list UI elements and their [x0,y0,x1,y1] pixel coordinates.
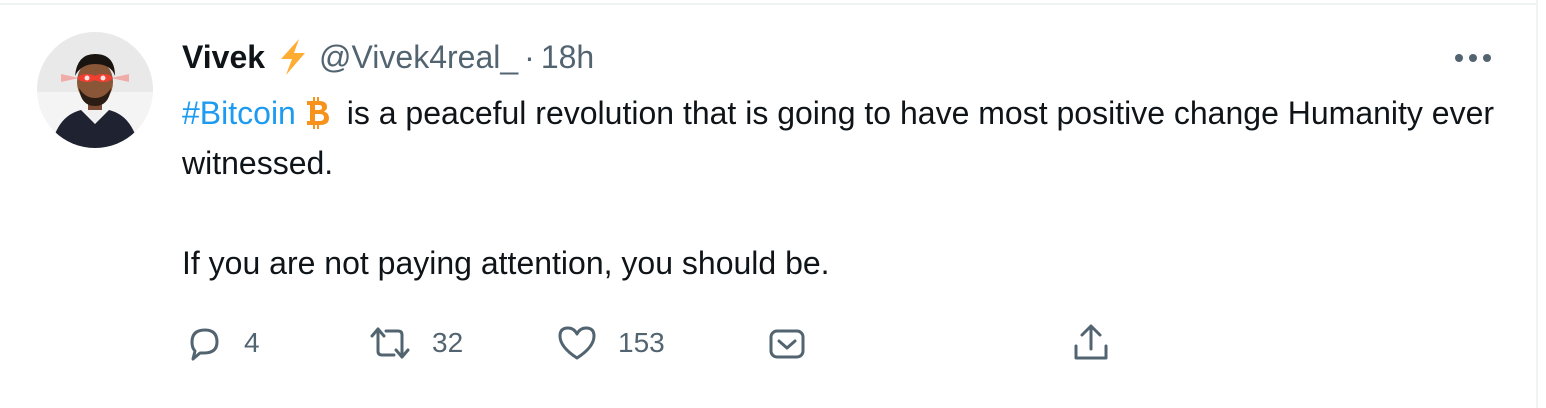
tip-jar-icon [769,329,805,359]
tweet-card[interactable]: Vivek @Vivek4real_ · 18h #Bitcoin is a p… [0,0,1546,408]
author-handle[interactable]: @Vivek4real_ [319,39,518,76]
like-count: 153 [618,327,665,358]
retweet-button[interactable]: 32 [368,318,463,368]
tip-button[interactable] [766,318,808,368]
like-button[interactable]: 153 [556,318,665,368]
more-icon [1455,54,1491,62]
avatar[interactable] [37,32,153,148]
more-options-button[interactable] [1450,42,1496,74]
tweet-text-line2: If you are not paying attention, you sho… [182,245,830,281]
reply-icon [190,328,219,361]
retweet-count: 32 [432,327,464,358]
retweet-icon [370,327,410,359]
reply-count: 4 [244,327,260,358]
top-divider [0,3,1538,5]
tweet-text-line1: is a peaceful revolution that is going t… [182,95,1495,181]
tweet-timestamp[interactable]: 18h [541,39,594,76]
author-display-name[interactable]: Vivek [182,39,265,76]
tweet-actions: 4 32 153 [182,318,1142,368]
header-separator: · [524,38,535,75]
tweet-text: #Bitcoin is a peaceful revolution that i… [182,88,1512,288]
share-button[interactable] [1070,318,1112,368]
tweet-text-paragraph-1: #Bitcoin is a peaceful revolution that i… [182,88,1512,188]
tweet-header: Vivek @Vivek4real_ · 18h [182,36,594,78]
bitcoin-icon [300,93,338,131]
lightning-bolt-icon [273,37,313,77]
avatar-image [37,32,153,148]
share-icon [1074,324,1108,360]
heart-icon [558,326,596,360]
hashtag-link[interactable]: #Bitcoin [182,95,296,131]
reply-button[interactable]: 4 [184,318,260,368]
right-divider [1536,0,1538,408]
